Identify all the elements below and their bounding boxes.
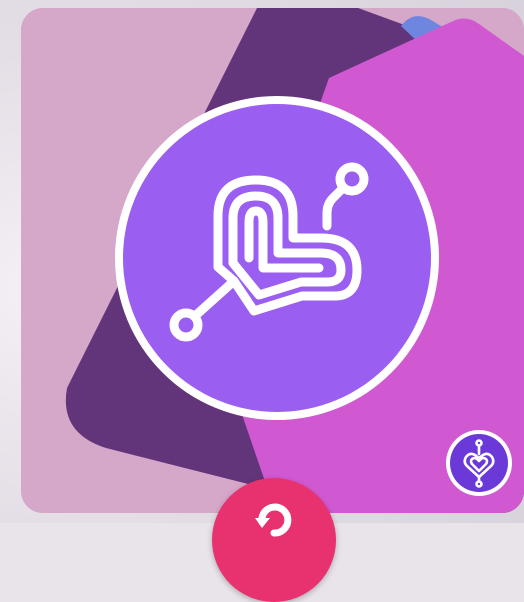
badge-fill — [450, 434, 508, 492]
app-icon-card[interactable] — [21, 8, 524, 513]
refresh-icon — [255, 503, 292, 537]
refresh-fab-button[interactable] — [212, 478, 336, 602]
corner-badge[interactable] — [446, 430, 512, 496]
logo-circle — [123, 104, 431, 412]
